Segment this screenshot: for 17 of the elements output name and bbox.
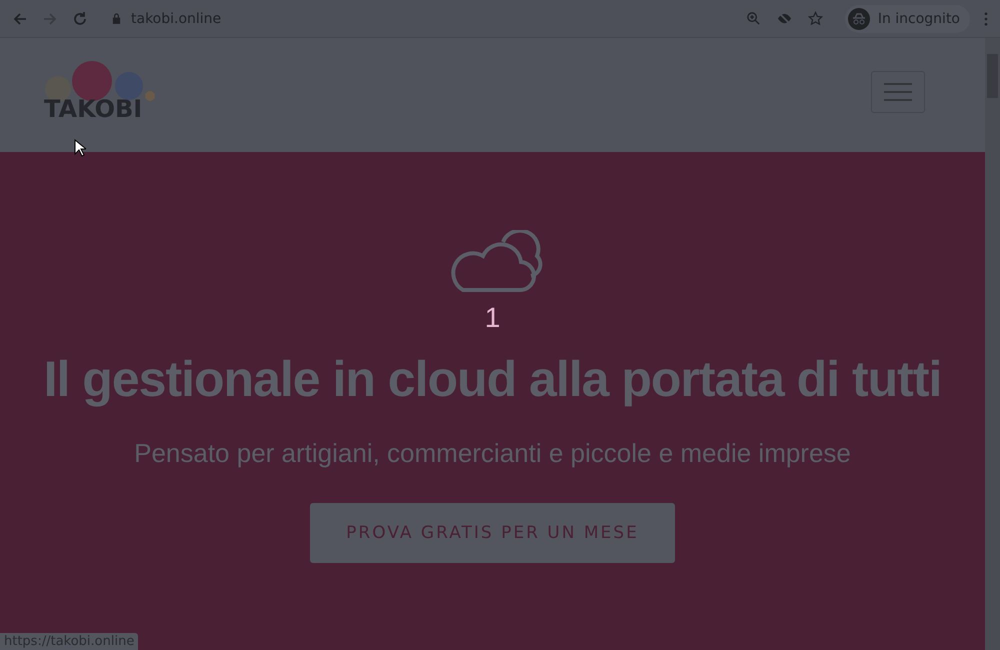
menu-button[interactable] — [871, 71, 925, 113]
menu-dots-icon[interactable] — [984, 12, 988, 26]
eye-slash-icon[interactable] — [776, 11, 792, 26]
zoom-icon[interactable] — [746, 11, 761, 26]
hamburger-icon — [884, 82, 912, 102]
hero-title: Il gestionale in cloud alla portata di tutti — [44, 350, 942, 409]
star-icon[interactable] — [808, 11, 823, 26]
reload-icon[interactable] — [72, 10, 88, 26]
scrollbar[interactable] — [985, 38, 1000, 650]
incognito-icon — [848, 8, 870, 30]
incognito-button[interactable]: In incognito — [844, 4, 970, 32]
logo[interactable]: TAKOBI — [44, 61, 156, 123]
step-number: 1 — [484, 302, 500, 334]
hero-subtitle: Pensato per artigiani, commercianti e piccole e medie imprese — [134, 438, 851, 469]
mouse-pointer-icon — [74, 139, 86, 157]
back-arrow-icon[interactable] — [12, 10, 28, 26]
lock-icon — [112, 13, 121, 24]
